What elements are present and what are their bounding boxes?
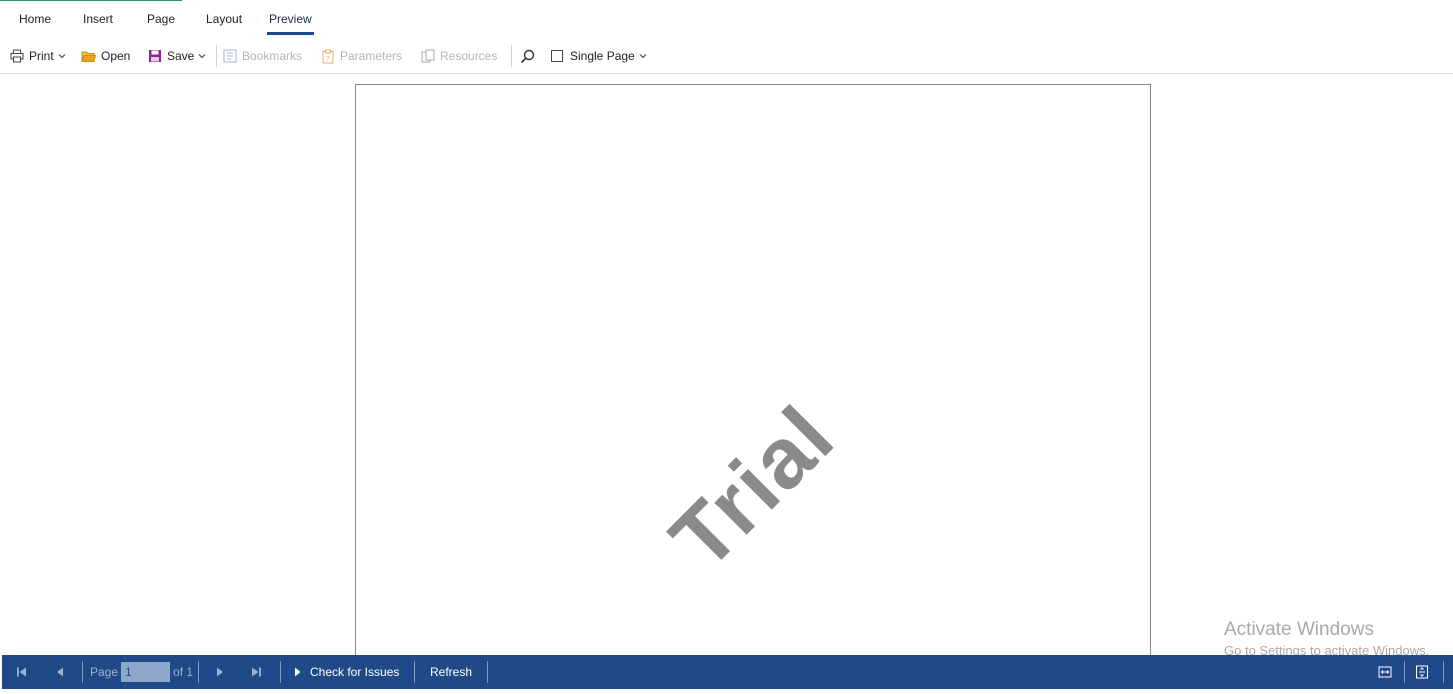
save-label: Save [167,49,195,63]
page-number-input[interactable] [121,662,171,682]
save-button[interactable]: Save [148,47,206,65]
fit-page-icon [1416,665,1428,679]
bookmarks-label: Bookmarks [242,49,303,63]
bookmarks-button[interactable]: Bookmarks [223,47,302,65]
active-tab-indicator [267,32,314,35]
refresh-button[interactable]: Refresh [430,655,472,689]
status-divider [1404,661,1405,683]
status-divider [280,661,281,683]
bottom-edge [0,689,1453,694]
page-count-label: of 1 [173,665,194,679]
activate-windows-title: Activate Windows [1224,619,1374,640]
parameters-button[interactable]: ? Parameters [321,47,402,65]
last-page-button[interactable] [250,655,262,689]
status-divider [198,661,199,683]
svg-text:?: ? [326,55,330,63]
next-page-button[interactable] [215,655,225,689]
resources-button[interactable]: Resources [421,47,497,65]
fit-width-icon [1378,666,1392,678]
chevron-down-icon [198,54,206,59]
refresh-label: Refresh [430,665,473,679]
previous-page-icon [57,667,63,677]
open-button[interactable]: Open [81,47,130,65]
tab-layout[interactable]: Layout [206,12,242,26]
folder-open-icon [81,51,96,62]
expand-arrow-icon [295,667,301,677]
chevron-down-icon [58,54,66,59]
print-button[interactable]: Print [10,47,66,65]
activate-windows-subtitle: Go to Settings to activate Windows. [1224,643,1430,655]
page-label: Page [90,665,119,679]
report-designer-preview: Home Insert Page Layout Preview Print Op… [0,0,1453,694]
tab-home[interactable]: Home [19,12,51,26]
single-page-toggle[interactable]: Single Page [551,47,647,65]
trial-watermark: Trial [652,387,853,588]
tab-page[interactable]: Page [147,12,175,26]
last-page-icon [252,667,261,677]
fit-page-button[interactable] [1415,655,1429,689]
toolbar-divider [511,45,512,67]
status-divider [82,661,83,683]
menu-accent-line [0,0,182,1]
next-page-icon [217,667,223,677]
search-button[interactable] [520,47,535,65]
fit-width-button[interactable] [1378,655,1392,689]
document-preview-area[interactable]: Trial Activate Windows Go to Settings to… [0,75,1453,655]
resources-label: Resources [440,49,498,63]
single-page-label: Single Page [570,49,635,63]
menu-tab-bar: Home Insert Page Layout Preview [0,0,1453,38]
tab-insert[interactable]: Insert [83,12,113,26]
navigation-status-bar: Page of 1 Check for Issues Refresh [2,655,1453,689]
single-page-checkbox[interactable] [551,50,563,62]
chevron-down-icon [639,54,647,59]
first-page-icon [17,667,26,677]
first-page-button[interactable] [16,655,28,689]
status-divider [1443,661,1444,683]
printer-icon [10,49,24,63]
parameters-label: Parameters [340,49,403,63]
preview-toolbar: Print Open Save Bookmarks ? Parameters R… [0,38,1453,74]
page-navigator: Page of 1 [90,655,193,689]
bookmarks-icon [223,49,237,63]
clipboard-icon: ? [322,49,334,63]
status-divider [487,661,488,683]
check-for-issues-label: Check for Issues [310,665,400,679]
status-divider [414,661,415,683]
print-label: Print [29,49,54,63]
check-for-issues-button[interactable]: Check for Issues [293,655,399,689]
toolbar-divider [216,45,217,67]
search-icon [520,49,535,63]
tab-preview[interactable]: Preview [269,12,312,26]
report-page: Trial [355,84,1151,655]
resources-icon [421,49,435,63]
floppy-disk-icon [149,50,161,62]
previous-page-button[interactable] [55,655,65,689]
open-label: Open [101,49,131,63]
